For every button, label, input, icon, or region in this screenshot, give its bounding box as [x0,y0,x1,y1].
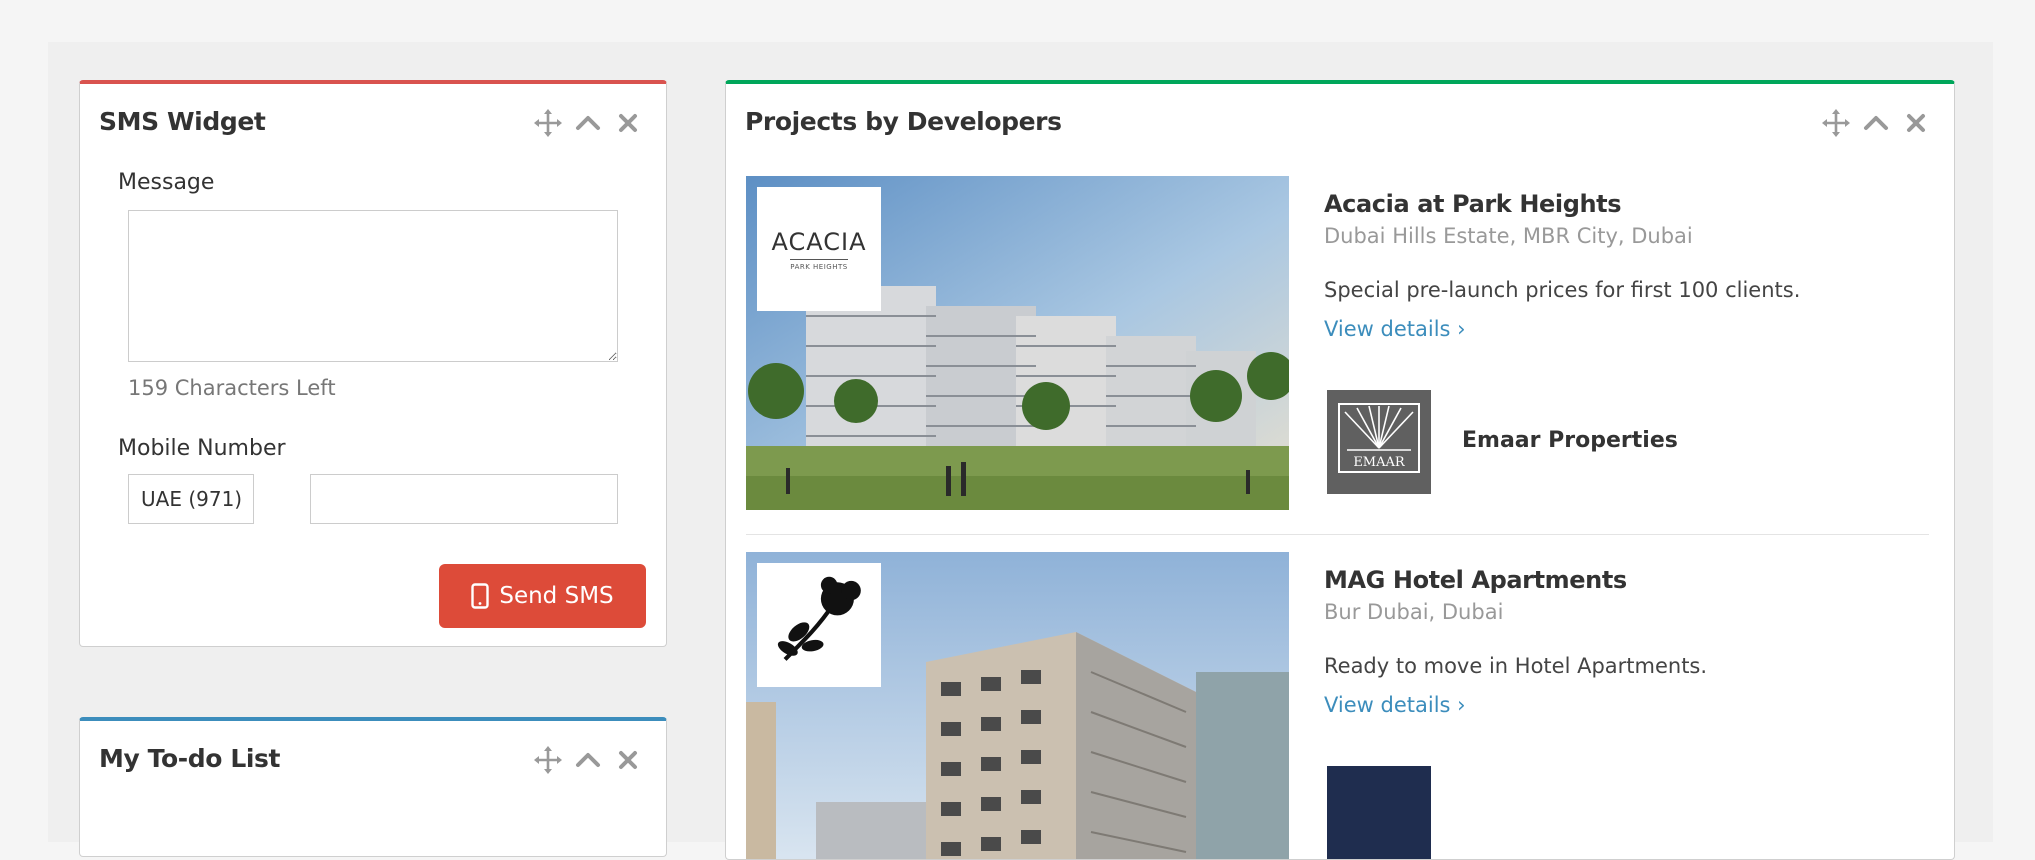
developer-name[interactable]: Emaar Properties [1462,428,1678,453]
characters-left-counter: 159 Characters Left [128,376,336,400]
project-name: MAG Hotel Apartments [1324,566,1627,594]
flower-logo-icon [777,576,861,661]
collapse-chevron-up-icon[interactable] [573,108,603,138]
move-icon[interactable] [533,108,563,138]
todo-widget-panel: My To-do List [79,717,667,857]
send-sms-button[interactable]: Send SMS [439,564,646,628]
collapse-chevron-up-icon[interactable] [1861,108,1891,138]
projects-widget-panel: Projects by Developers ACACIA PARK HEIGH… [725,80,1955,860]
todo-widget-title: My To-do List [99,744,281,773]
close-icon[interactable] [1901,108,1931,138]
projects-widget-tools [1821,108,1931,138]
todo-widget-header: My To-do List [80,721,666,793]
project-description: Special pre-launch prices for first 100 … [1324,278,1801,302]
sms-widget-tools [533,108,643,138]
sms-widget-title: SMS Widget [99,107,266,136]
projects-widget-title: Projects by Developers [745,107,1062,136]
view-details-link[interactable]: View details › [1324,693,1466,717]
project-name: Acacia at Park Heights [1324,190,1622,218]
mobile-number-label: Mobile Number [118,436,286,461]
send-sms-label: Send SMS [499,583,614,609]
close-icon[interactable] [613,745,643,775]
move-icon[interactable] [533,745,563,775]
developer-logo[interactable] [1327,766,1431,859]
project-image[interactable] [746,552,1289,859]
project-description: Ready to move in Hotel Apartments. [1324,654,1708,678]
move-icon[interactable] [1821,108,1851,138]
sms-widget-panel: SMS Widget Message 159 Characters Left M… [79,80,667,647]
message-textarea[interactable] [128,210,618,362]
country-code-select[interactable]: UAE (971) [128,474,254,524]
close-icon[interactable] [613,108,643,138]
project-logo: ACACIA PARK HEIGHTS [757,187,881,311]
project-location: Bur Dubai, Dubai [1324,600,1504,624]
mobile-phone-icon [471,583,490,609]
project-logo-text: ACACIA [771,227,867,256]
project-logo-subtext: PARK HEIGHTS [790,258,848,271]
developer-logo-text: EMAAR [1353,455,1406,470]
mobile-number-input[interactable] [310,474,618,524]
project-location: Dubai Hills Estate, MBR City, Dubai [1324,224,1693,248]
developer-logo[interactable]: EMAAR [1327,390,1431,494]
projects-widget-header: Projects by Developers [726,84,1954,156]
view-details-link[interactable]: View details › [1324,317,1466,341]
sms-widget-header: SMS Widget [80,84,666,156]
collapse-chevron-up-icon[interactable] [573,745,603,775]
project-divider [746,534,1929,535]
project-logo [757,563,881,687]
todo-widget-tools [533,745,643,775]
project-image[interactable]: ACACIA PARK HEIGHTS [746,176,1289,510]
message-label: Message [118,170,215,195]
